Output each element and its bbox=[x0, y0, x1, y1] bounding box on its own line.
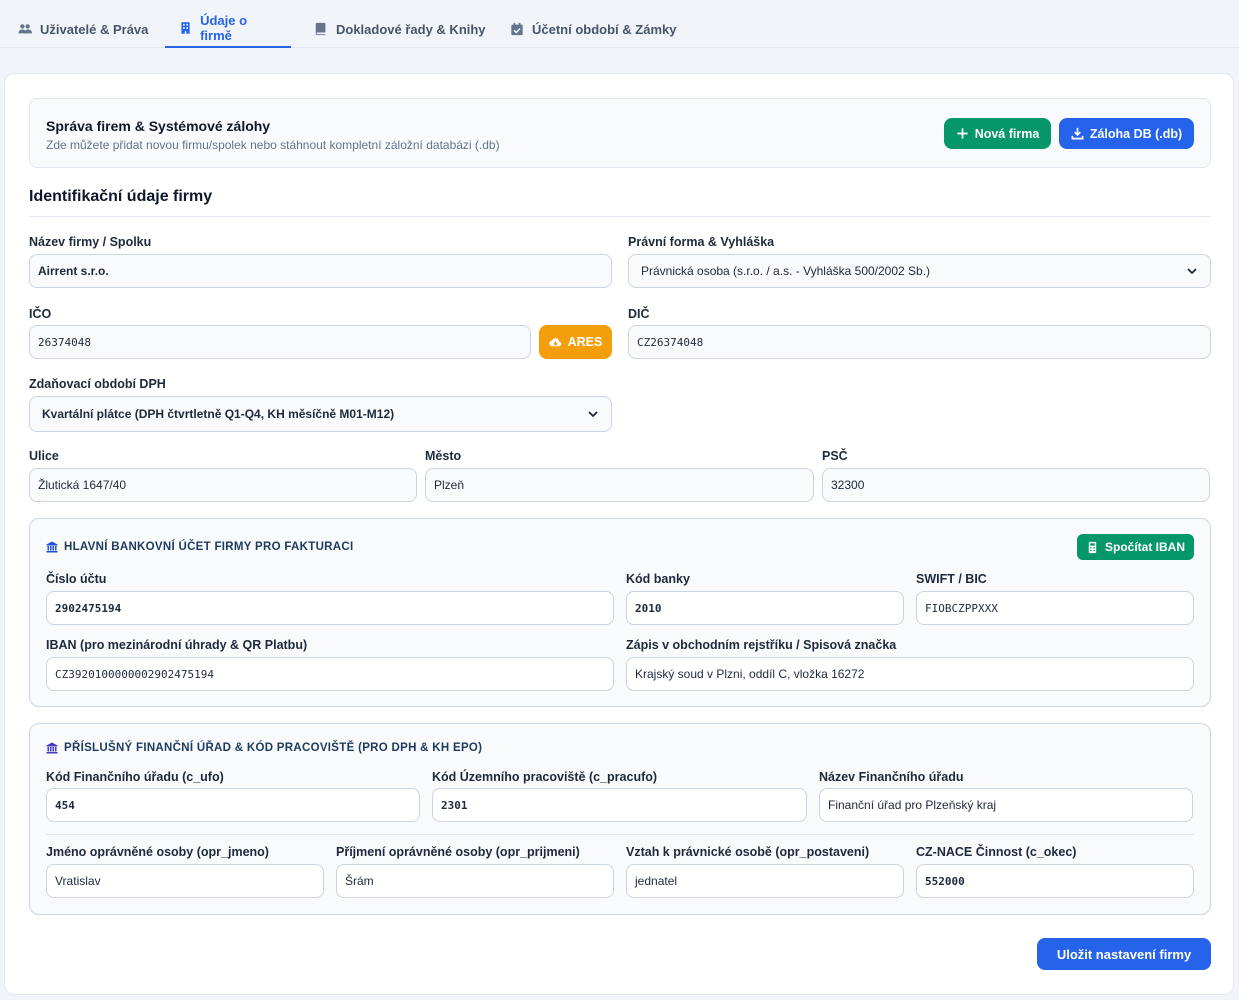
building-icon bbox=[181, 22, 190, 34]
identification-title: Identifikační údaje firmy bbox=[29, 188, 213, 205]
ufo-label: Kód Finančního úřadu (c_ufo) bbox=[46, 770, 224, 784]
section-divider bbox=[29, 216, 1211, 217]
management-title: Správa firem & Systémové zálohy bbox=[46, 118, 271, 134]
company-name-label: Název firmy / Spolku bbox=[29, 235, 152, 249]
save-company-settings-button[interactable]: Uložit nastavení firmy bbox=[1037, 938, 1211, 970]
registry-input[interactable]: Krajský soud v Plzni, oddíl C, vložka 16… bbox=[626, 657, 1194, 691]
settings-tabs: Uživatelé & Práva Údaje o firmě Dokladov… bbox=[0, 0, 1239, 48]
swift-label: SWIFT / BIC bbox=[916, 572, 987, 586]
street-input[interactable]: Žlutická 1647/40 bbox=[29, 468, 417, 502]
dic-input[interactable]: CZ26374048 bbox=[628, 325, 1211, 359]
new-company-button[interactable]: Nová firma bbox=[944, 118, 1051, 149]
compute-iban-button[interactable]: Spočítat IBAN bbox=[1077, 534, 1194, 560]
street-label: Ulice bbox=[29, 449, 59, 463]
tab-company[interactable]: Údaje o firmě bbox=[165, 10, 291, 48]
calendar-check-icon bbox=[511, 22, 523, 36]
ares-button[interactable]: ARES bbox=[539, 325, 612, 359]
bank-icon bbox=[46, 541, 58, 553]
nace-label: CZ-NACE Činnost (c_okec) bbox=[916, 845, 1077, 859]
vat-period-value: Kvartální plátce (DPH čtvrtletně Q1-Q4, … bbox=[42, 407, 395, 421]
iban-label: IBAN (pro mezinárodní úhrady & QR Platbu… bbox=[46, 638, 308, 652]
tab-document-series-label: Dokladové řady & Knihy bbox=[336, 21, 486, 37]
cloud-download-icon bbox=[548, 337, 561, 346]
tax-office-panel-title-text: PŘÍSLUŠNÝ FINANČNÍ ÚŘAD & KÓD PRACOVIŠTĚ… bbox=[64, 742, 483, 754]
account-number-input[interactable]: 2902475194 bbox=[46, 591, 614, 625]
tab-accounting-periods-label: Účetní období & Zámky bbox=[532, 21, 677, 37]
download-icon bbox=[1071, 127, 1084, 140]
calculator-icon bbox=[1088, 541, 1097, 553]
iban-input[interactable]: CZ3920100000002902475194 bbox=[46, 657, 614, 691]
new-company-button-label: Nová firma bbox=[974, 126, 1040, 141]
first-name-input[interactable]: Vratislav bbox=[46, 864, 324, 898]
registry-label: Zápis v obchodním rejstříku / Spisová zn… bbox=[626, 638, 897, 652]
users-icon bbox=[18, 24, 32, 34]
tax-office-panel-title: PŘÍSLUŠNÝ FINANČNÍ ÚŘAD & KÓD PRACOVIŠTĚ… bbox=[46, 742, 482, 754]
vat-period-label: Zdaňovací období DPH bbox=[29, 377, 166, 391]
legal-form-value: Právnická osoba (s.r.o. / a.s. - Vyhlášk… bbox=[641, 264, 931, 278]
chevron-down-icon bbox=[1187, 268, 1197, 275]
relation-label: Vztah k právnické osobě (opr_postaveni) bbox=[626, 845, 870, 859]
bank-icon bbox=[46, 742, 58, 754]
office-name-input[interactable]: Finanční úřad pro Plzeňský kraj bbox=[819, 788, 1193, 822]
dic-label: DIČ bbox=[628, 307, 650, 321]
company-settings-card: Správa firem & Systémové zálohy Zde může… bbox=[4, 73, 1234, 995]
last-name-input[interactable]: Šrám bbox=[336, 864, 614, 898]
book-icon bbox=[315, 22, 326, 36]
last-name-label: Příjmení oprávněné osoby (opr_prijmeni) bbox=[336, 845, 580, 859]
legal-form-label: Právní forma & Vyhláška bbox=[628, 235, 775, 249]
tab-users[interactable]: Uživatelé & Práva bbox=[4, 10, 162, 48]
city-input[interactable]: Plzeň bbox=[425, 468, 814, 502]
ufo-input[interactable]: 454 bbox=[46, 788, 420, 822]
ico-input[interactable]: 26374048 bbox=[29, 325, 531, 359]
backup-db-button[interactable]: Záloha DB (.db) bbox=[1059, 118, 1194, 149]
tab-users-label: Uživatelé & Práva bbox=[40, 21, 149, 37]
ico-label: IČO bbox=[29, 307, 52, 321]
backup-db-button-label: Záloha DB (.db) bbox=[1089, 126, 1183, 141]
plus-icon bbox=[957, 128, 968, 139]
bank-account-panel: HLAVNÍ BANKOVNÍ ÚČET FIRMY PRO FAKTURACI… bbox=[29, 518, 1211, 707]
management-subtitle: Zde můžete přidat novou firmu/spolek neb… bbox=[46, 138, 500, 152]
vat-period-select[interactable]: Kvartální plátce (DPH čtvrtletně Q1-Q4, … bbox=[29, 396, 612, 432]
zip-label: PSČ bbox=[822, 449, 848, 463]
account-number-label: Číslo účtu bbox=[46, 572, 107, 586]
tab-document-series[interactable]: Dokladové řady & Knihy bbox=[300, 10, 500, 48]
pracufo-label: Kód Územního pracoviště (c_pracufo) bbox=[432, 770, 658, 784]
bank-code-label: Kód banky bbox=[626, 572, 690, 586]
zip-input[interactable]: 32300 bbox=[822, 468, 1210, 502]
tab-company-label: Údaje o firmě bbox=[200, 13, 248, 43]
pracufo-input[interactable]: 2301 bbox=[432, 788, 807, 822]
legal-form-select[interactable]: Právnická osoba (s.r.o. / a.s. - Vyhlášk… bbox=[628, 254, 1211, 288]
ares-button-label: ARES bbox=[567, 335, 603, 349]
company-management-box: Správa firem & Systémové zálohy Zde může… bbox=[29, 98, 1211, 168]
office-name-label: Název Finančního úřadu bbox=[819, 770, 964, 784]
tab-accounting-periods[interactable]: Účetní období & Zámky bbox=[496, 10, 690, 48]
relation-input[interactable]: jednatel bbox=[626, 864, 904, 898]
bank-panel-title-text: HLAVNÍ BANKOVNÍ ÚČET FIRMY PRO FAKTURACI bbox=[64, 541, 354, 553]
nace-input[interactable]: 552000 bbox=[916, 864, 1194, 898]
chevron-down-icon bbox=[588, 411, 598, 418]
bank-code-input[interactable]: 2010 bbox=[626, 591, 904, 625]
tax-panel-divider bbox=[46, 834, 1194, 835]
swift-input[interactable]: FIOBCZPPXXX bbox=[916, 591, 1194, 625]
company-name-input[interactable]: Airrent s.r.o. bbox=[29, 254, 612, 288]
bank-panel-title: HLAVNÍ BANKOVNÍ ÚČET FIRMY PRO FAKTURACI bbox=[46, 541, 354, 553]
city-label: Město bbox=[425, 449, 462, 463]
first-name-label: Jméno oprávněné osoby (opr_jmeno) bbox=[46, 845, 269, 859]
compute-iban-button-label: Spočítat IBAN bbox=[1104, 540, 1185, 554]
tax-office-panel: PŘÍSLUŠNÝ FINANČNÍ ÚŘAD & KÓD PRACOVIŠTĚ… bbox=[29, 723, 1211, 915]
